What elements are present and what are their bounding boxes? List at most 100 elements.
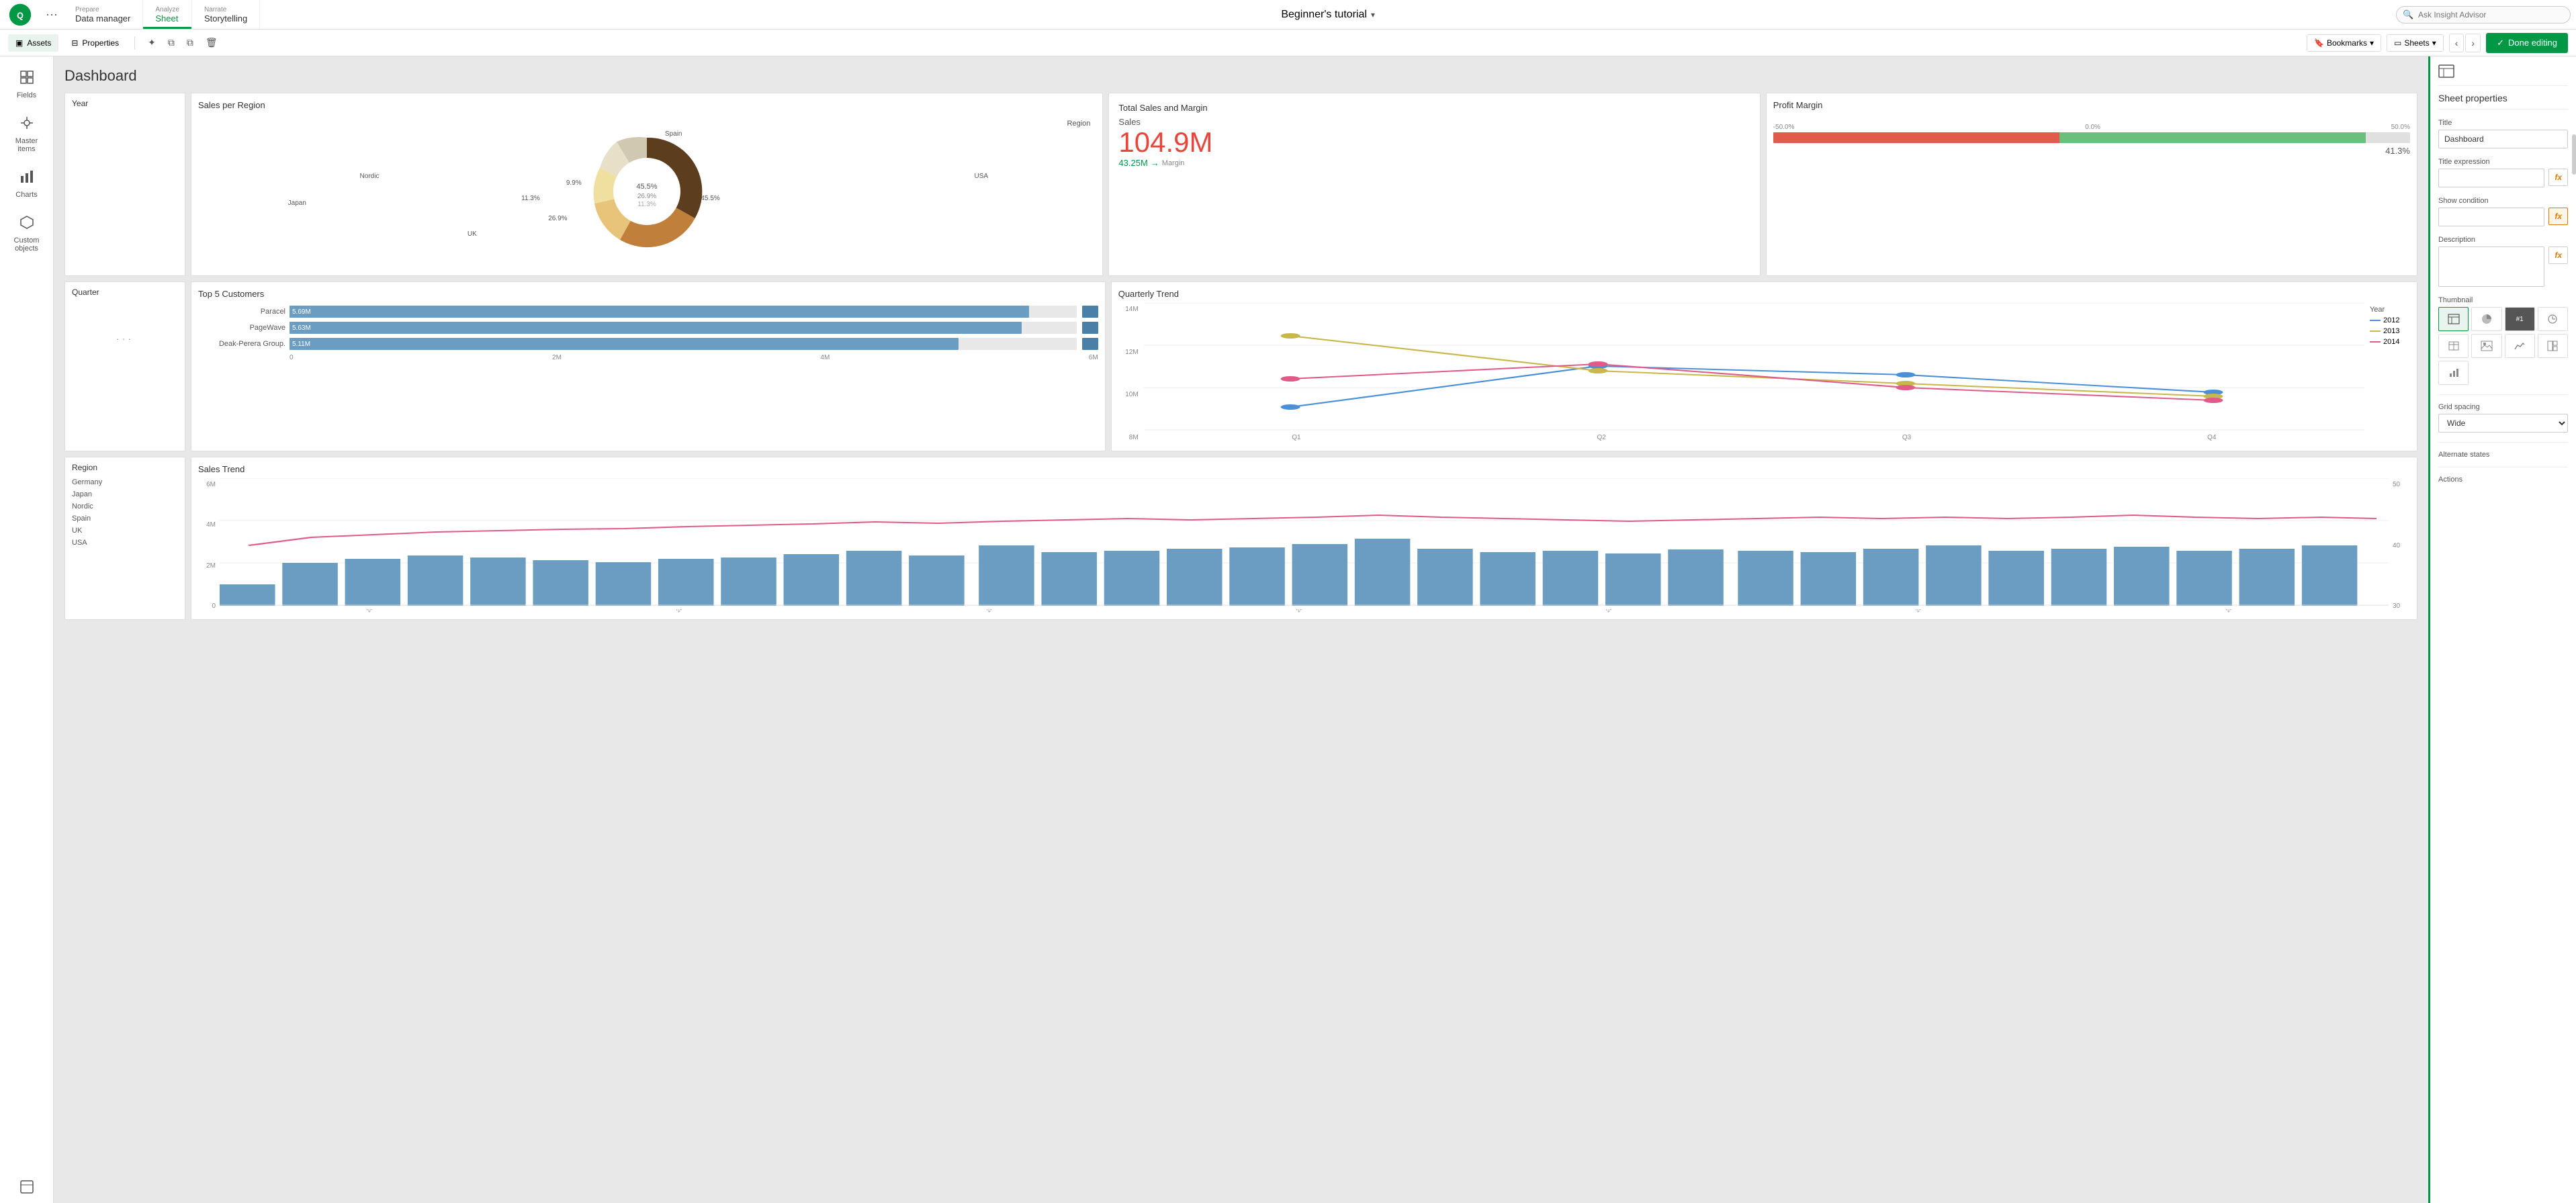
sales-per-region-widget[interactable]: Sales per Region xyxy=(191,93,1103,276)
legend-line-2013 xyxy=(2370,330,2381,332)
scrollbar-thumb[interactable] xyxy=(2572,134,2576,175)
nav-tab-narrate[interactable]: Narrate Storytelling xyxy=(192,0,260,29)
search-icon: 🔍 xyxy=(2403,9,2413,20)
done-editing-button[interactable]: ✓ Done editing xyxy=(2486,33,2568,53)
profit-margin-widget[interactable]: Profit Margin -50.0% 0.0% 50.0% 41.3% xyxy=(1766,93,2417,276)
bookmarks-button[interactable]: 🔖 Bookmarks ▾ xyxy=(2307,34,2381,52)
rp-title-input[interactable] xyxy=(2438,130,2568,148)
rp-title-expression-input[interactable] xyxy=(2438,169,2544,187)
quarter-filter[interactable]: Quarter ··· xyxy=(64,281,185,451)
rp-show-condition-input[interactable] xyxy=(2438,208,2544,226)
year-filter-label: Year xyxy=(72,99,178,108)
bar-extra-deak xyxy=(1082,338,1098,350)
thumb-svg-layout xyxy=(2448,314,2460,324)
sales-per-region-title: Sales per Region xyxy=(198,100,1096,110)
pct-uk: 26.9% xyxy=(548,215,567,222)
profit-margin-title: Profit Margin xyxy=(1773,100,2410,110)
nav-app-title[interactable]: Beginner's tutorial ▾ xyxy=(260,0,2396,29)
legend-year-title: Year xyxy=(2370,306,2410,314)
title-expression-fx-button[interactable]: fx xyxy=(2548,169,2568,186)
pct-japan: 11.3% xyxy=(521,195,540,202)
rp-show-condition-field: Show condition fx xyxy=(2438,197,2568,226)
sidebar-item-charts[interactable]: Charts xyxy=(3,163,51,206)
bar-row-deak: Deak-Perera Group. 5.11M xyxy=(198,338,1098,350)
year-filter-placeholder xyxy=(72,112,178,139)
prev-sheet-button[interactable]: ‹ xyxy=(2449,34,2464,52)
desc-fx-icon: fx xyxy=(2555,251,2562,260)
ask-insight-input[interactable] xyxy=(2396,6,2571,24)
thumb-number[interactable]: #1 xyxy=(2505,307,2535,331)
quarter-filter-label: Quarter xyxy=(72,287,178,297)
total-sales-margin-widget[interactable]: Total Sales and Margin Sales 104.9M 43.2… xyxy=(1108,93,1760,276)
sidebar-bottom-icon[interactable] xyxy=(19,1179,34,1203)
region-germany[interactable]: Germany xyxy=(72,476,178,488)
assets-button[interactable]: ▣ Assets xyxy=(8,34,58,52)
region-nordic[interactable]: Nordic xyxy=(72,500,178,513)
region-filter[interactable]: Region Germany Japan Nordic Spain UK USA xyxy=(64,457,185,620)
q1-label: Q1 xyxy=(1292,434,1300,441)
toolbar-right: 🔖 Bookmarks ▾ ▭ Sheets ▾ ‹ › ✓ Done edit… xyxy=(2307,33,2568,53)
top5-customers-widget[interactable]: Top 5 Customers Paracel 5.69M PageWave xyxy=(191,281,1106,451)
thumb-linechart-icon[interactable] xyxy=(2505,334,2535,358)
properties-panel-title: Sheet properties xyxy=(2438,93,2568,109)
fx-orange-icon: fx xyxy=(2555,212,2562,221)
qlik-logo: Q xyxy=(8,3,32,27)
fx-icon: fx xyxy=(2555,173,2562,182)
nav-tab-prepare[interactable]: Prepare Data manager xyxy=(63,0,143,29)
region-spain[interactable]: Spain xyxy=(72,513,178,525)
thumb-barchart-icon[interactable] xyxy=(2438,361,2469,385)
rp-grid-spacing-select[interactable]: Small Medium Wide xyxy=(2438,414,2568,433)
region-uk[interactable]: UK xyxy=(72,525,178,537)
show-condition-fx-button[interactable]: fx xyxy=(2548,208,2568,225)
bar-value-pagewave: 5.63M xyxy=(290,324,311,332)
sheets-button[interactable]: ▭ Sheets ▾ xyxy=(2387,34,2444,52)
rp-alternate-states-label: Alternate states xyxy=(2438,451,2568,459)
rp-title-expression-label: Title expression xyxy=(2438,158,2568,166)
xt-2013-1: 2013-... xyxy=(1295,609,1313,613)
region-spain-label: Spain xyxy=(665,130,682,138)
margin-bar-green xyxy=(2059,132,2365,143)
rp-title-expression-field: Title expression fx xyxy=(2438,158,2568,187)
thumb-pie-icon[interactable] xyxy=(2471,307,2501,331)
add-icon[interactable]: ✦ xyxy=(143,34,161,52)
nav-tab-analyze[interactable]: Analyze Sheet xyxy=(143,0,192,29)
st-y-4m: 4M xyxy=(199,521,216,529)
sheet-title: Dashboard xyxy=(64,67,2417,85)
thumb-clock-icon[interactable] xyxy=(2538,307,2568,331)
sidebar-item-custom-objects[interactable]: Custom objects xyxy=(3,208,51,259)
delete-icon[interactable]: 🗑 xyxy=(201,34,222,52)
year-filter[interactable]: Year xyxy=(64,93,185,276)
thumb-svg-table xyxy=(2448,341,2459,351)
sheet-icon-area xyxy=(2438,64,2568,86)
rp-thumbnail-section: Thumbnail #1 xyxy=(2438,296,2568,385)
sidebar-item-fields[interactable]: Fields xyxy=(3,63,51,106)
rp-description-textarea[interactable] xyxy=(2438,247,2544,287)
nav-more-dots[interactable]: ··· xyxy=(40,0,63,29)
legend-line-2014 xyxy=(2370,341,2381,343)
margin-pct-value: 41.3% xyxy=(1773,146,2410,156)
thumb-layout-icon[interactable] xyxy=(2438,307,2469,331)
toolbar-separator xyxy=(134,36,135,50)
bar-track-paracel: 5.69M xyxy=(290,306,1077,318)
quarterly-trend-widget[interactable]: Quarterly Trend 14M 12M 10M 8M xyxy=(1111,281,2417,451)
paste-icon[interactable]: ⧉ xyxy=(182,34,198,52)
region-filter-list: Germany Japan Nordic Spain UK USA xyxy=(72,476,178,549)
legend-label-2014: 2014 xyxy=(2383,338,2399,346)
sales-trend-title: Sales Trend xyxy=(198,464,2410,474)
thumb-layout2-icon[interactable] xyxy=(2538,334,2568,358)
description-fx-button[interactable]: fx xyxy=(2548,247,2568,264)
rp-description-label: Description xyxy=(2438,236,2568,244)
quarter-filter-placeholder xyxy=(72,301,178,328)
thumb-image-icon[interactable] xyxy=(2471,334,2501,358)
sales-trend-widget[interactable]: Sales Trend 6M 4M 2M 0 xyxy=(191,457,2417,620)
thumb-table-icon[interactable] xyxy=(2438,334,2469,358)
st-yr-50: 50 xyxy=(2393,481,2409,488)
region-japan[interactable]: Japan xyxy=(72,488,178,500)
axis-2m: 2M xyxy=(552,354,562,361)
region-usa[interactable]: USA xyxy=(72,537,178,549)
sidebar-item-master-items[interactable]: Master items xyxy=(3,109,51,160)
next-sheet-button[interactable]: › xyxy=(2465,34,2481,52)
bar-track-pagewave: 5.63M xyxy=(290,322,1077,334)
properties-button[interactable]: ⊟ Properties xyxy=(64,34,126,52)
copy-icon[interactable]: ⧉ xyxy=(163,34,179,52)
